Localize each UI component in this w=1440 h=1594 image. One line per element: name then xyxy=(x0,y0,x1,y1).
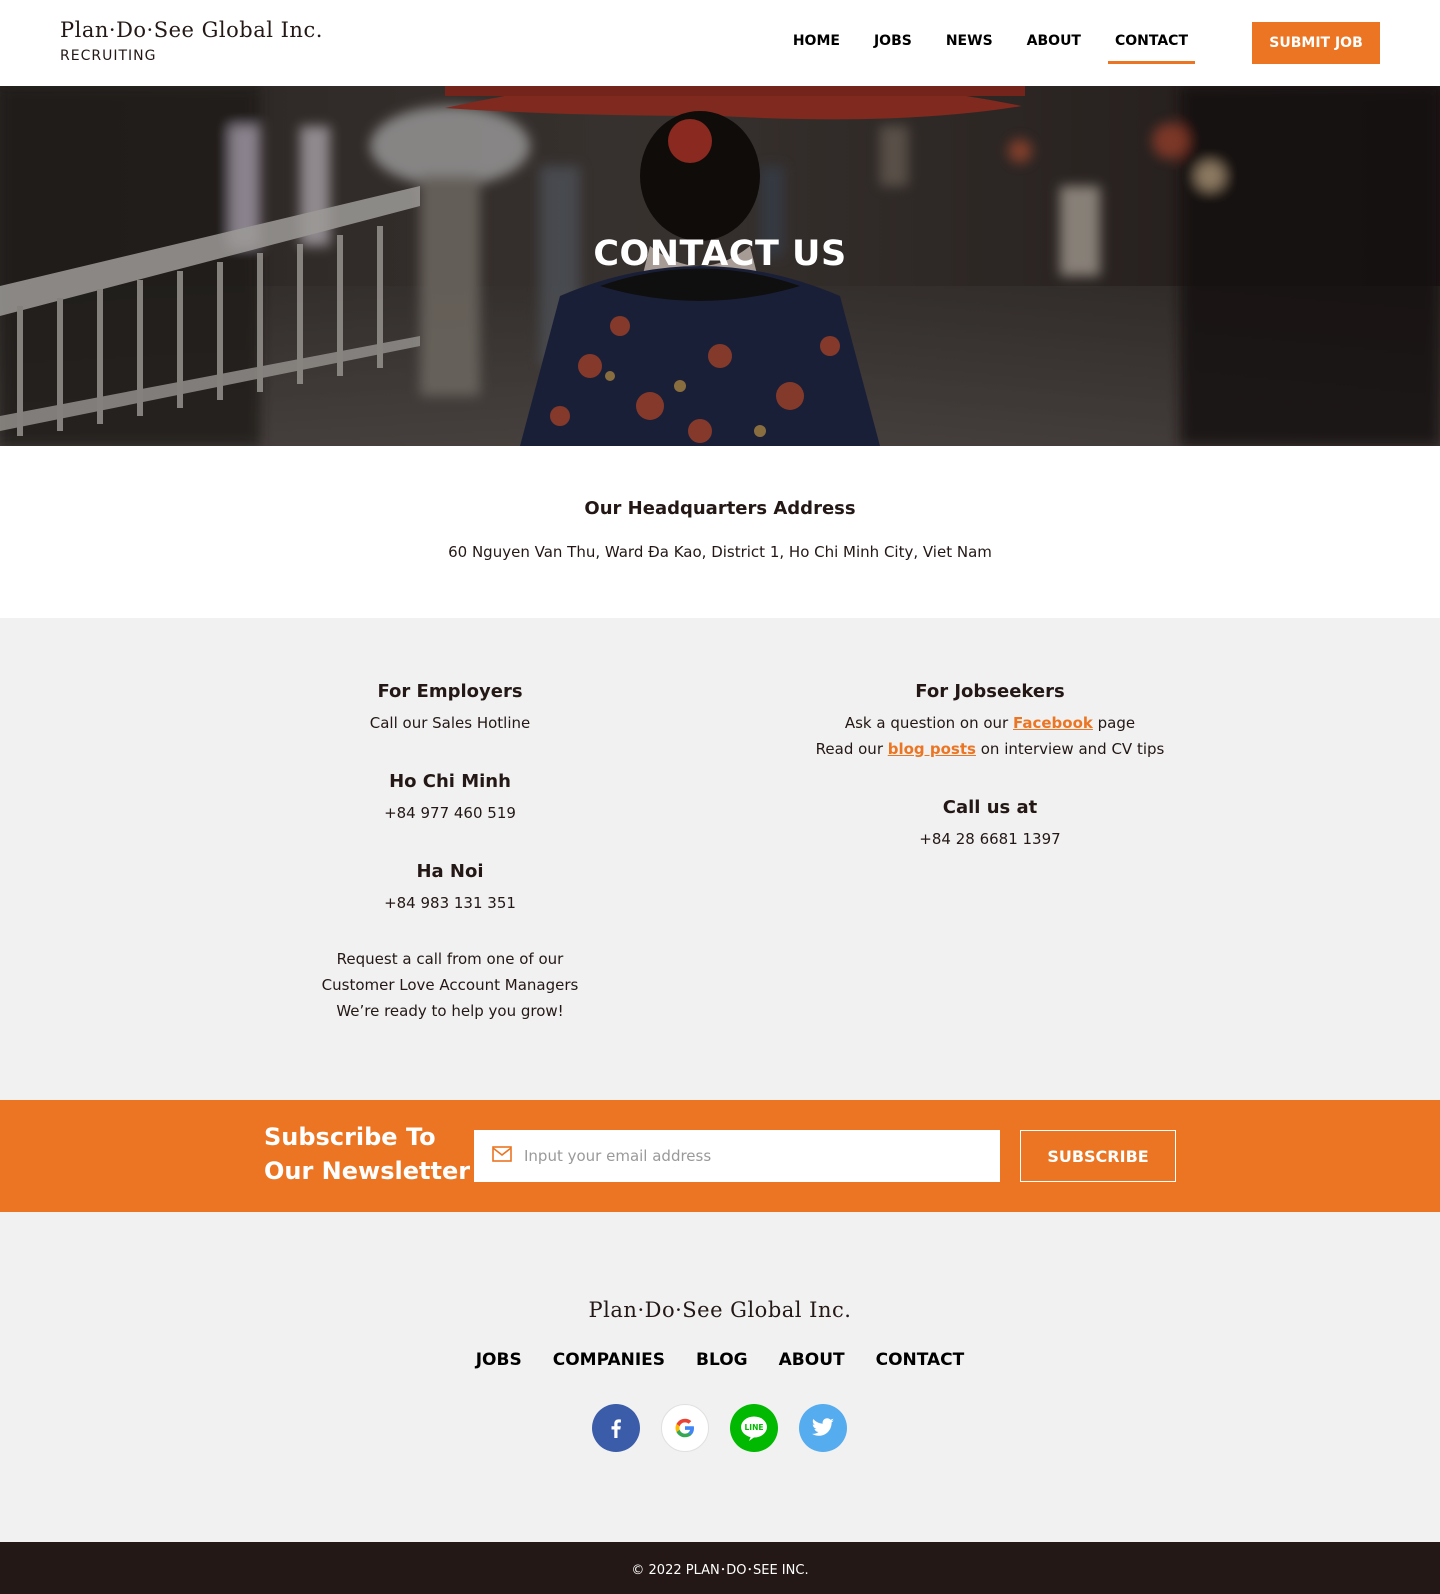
footer-nav-contact[interactable]: CONTACT xyxy=(876,1350,965,1370)
facebook-line-suffix: page xyxy=(1092,714,1136,732)
contact-details: For Employers Call our Sales Hotline Ho … xyxy=(0,618,1440,1100)
hanoi-heading: Ha Noi xyxy=(416,861,484,882)
newsletter-title: Subscribe To Our Newsletter xyxy=(264,1120,470,1188)
nav-news[interactable]: NEWS xyxy=(929,33,1010,63)
call-us-heading: Call us at xyxy=(942,797,1038,818)
newsletter-email-field[interactable] xyxy=(474,1130,1000,1182)
main-nav: HOME JOBS NEWS ABOUT CONTACT xyxy=(776,33,1205,64)
page-title: CONTACT US xyxy=(593,234,847,274)
nav-contact[interactable]: CONTACT xyxy=(1098,33,1205,64)
logo[interactable]: Plan·Do·See Global Inc. xyxy=(60,18,323,42)
footer-nav-about[interactable]: ABOUT xyxy=(779,1350,845,1370)
copyright-bar: © 2022 PLAN･DO･SEE INC. xyxy=(0,1542,1440,1594)
nav-about[interactable]: ABOUT xyxy=(1010,33,1098,63)
line-icon-text: LINE xyxy=(745,1423,764,1432)
line-icon[interactable]: LINE xyxy=(730,1404,778,1452)
newsletter-section: Subscribe To Our Newsletter SUBSCRIBE xyxy=(0,1100,1440,1212)
logo-subtitle: RECRUITING xyxy=(60,48,157,64)
headquarters-heading: Our Headquarters Address xyxy=(584,498,856,519)
employers-column: For Employers Call our Sales Hotline Ho … xyxy=(180,680,720,1024)
brand[interactable]: Plan·Do·See Global Inc. RECRUITING xyxy=(60,18,323,64)
twitter-icon[interactable] xyxy=(799,1404,847,1452)
request-line: Customer Love Account Managers xyxy=(321,976,579,994)
blog-line-prefix: Read our xyxy=(815,740,888,758)
headquarters-section: Our Headquarters Address 60 Nguyen Van T… xyxy=(0,446,1440,618)
site-header: Plan·Do·See Global Inc. RECRUITING HOME … xyxy=(0,0,1440,86)
facebook-line: Ask a question on our Facebook page xyxy=(720,710,1260,736)
site-footer: Plan·Do·See Global Inc. JOBS COMPANIES B… xyxy=(0,1212,1440,1542)
hcm-heading: Ho Chi Minh xyxy=(389,771,511,792)
request-line: We’re ready to help you grow! xyxy=(336,1002,564,1020)
footer-nav-jobs[interactable]: JOBS xyxy=(476,1350,522,1370)
jobseekers-phone[interactable]: +84 28 6681 1397 xyxy=(720,826,1260,852)
blog-posts-link[interactable]: blog posts xyxy=(888,740,976,758)
hcm-phone[interactable]: +84 977 460 519 xyxy=(180,800,720,826)
request-line: Request a call from one of our xyxy=(336,950,564,968)
submit-job-button[interactable]: SUBMIT JOB xyxy=(1252,22,1380,64)
facebook-link[interactable]: Facebook xyxy=(1013,714,1093,732)
headquarters-address: 60 Nguyen Van Thu, Ward Đa Kao, District… xyxy=(448,543,992,561)
footer-logo[interactable]: Plan·Do·See Global Inc. xyxy=(0,1298,1440,1322)
email-input[interactable] xyxy=(524,1147,964,1165)
hanoi-phone[interactable]: +84 983 131 351 xyxy=(180,890,720,916)
sales-hotline-text: Call our Sales Hotline xyxy=(369,714,531,732)
newsletter-title-line: Our Newsletter xyxy=(264,1157,471,1185)
footer-nav-companies[interactable]: COMPANIES xyxy=(553,1350,665,1370)
nav-home[interactable]: HOME xyxy=(776,33,857,63)
footer-nav: JOBS COMPANIES BLOG ABOUT CONTACT xyxy=(0,1350,1440,1370)
subscribe-button[interactable]: SUBSCRIBE xyxy=(1020,1130,1176,1182)
facebook-line-prefix: Ask a question on our xyxy=(844,714,1013,732)
facebook-icon[interactable] xyxy=(592,1404,640,1452)
request-call-text: Request a call from one of our Customer … xyxy=(180,946,720,1024)
jobseekers-column: For Jobseekers Ask a question on our Fac… xyxy=(720,680,1260,852)
blog-line-suffix: on interview and CV tips xyxy=(975,740,1165,758)
copyright-text: © 2022 PLAN･DO･SEE INC. xyxy=(631,1562,809,1578)
employers-heading: For Employers xyxy=(377,681,523,702)
newsletter-title-line: Subscribe To xyxy=(264,1123,436,1151)
social-links: LINE xyxy=(592,1404,847,1452)
blog-line: Read our blog posts on interview and CV … xyxy=(720,736,1260,762)
hero-banner: CONTACT US xyxy=(0,86,1440,446)
jobseekers-heading: For Jobseekers xyxy=(915,681,1065,702)
footer-nav-blog[interactable]: BLOG xyxy=(696,1350,748,1370)
nav-jobs[interactable]: JOBS xyxy=(857,33,929,63)
mail-icon xyxy=(492,1146,512,1166)
google-icon[interactable] xyxy=(661,1404,709,1452)
